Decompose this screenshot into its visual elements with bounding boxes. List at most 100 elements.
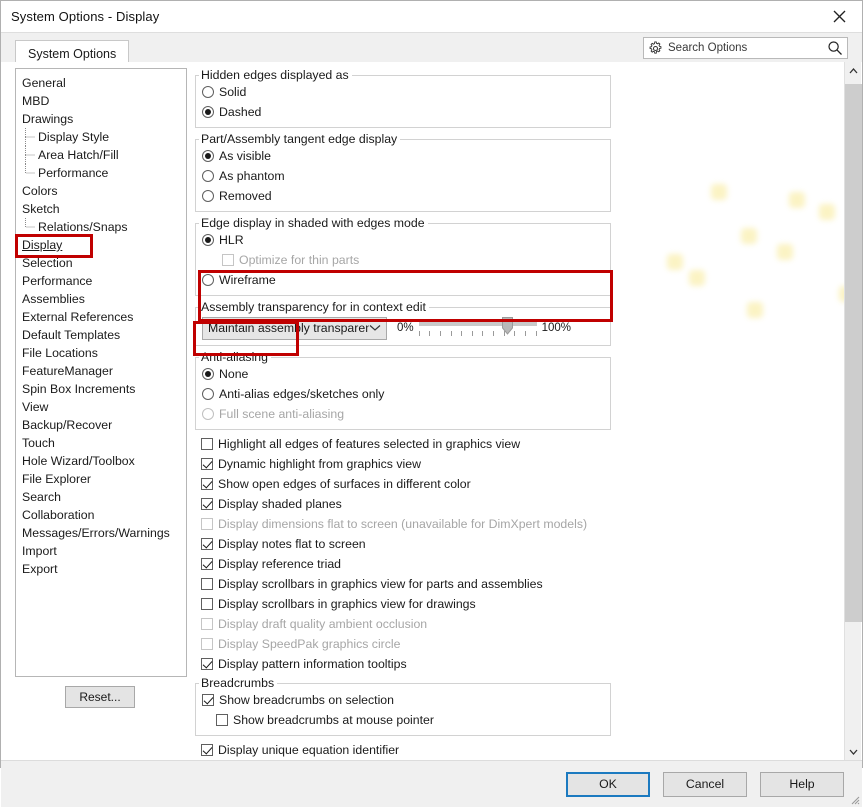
sidebar-item-area-hatch-fill[interactable]: Area Hatch/Fill (16, 146, 186, 164)
radio-icon[interactable] (202, 190, 214, 202)
sidebar-item-spin-box-increments[interactable]: Spin Box Increments (16, 380, 186, 398)
checkbox-row-show-breadcrumbs-on-selection[interactable]: Show breadcrumbs on selection (196, 690, 610, 710)
checkbox-row-display-shaded-planes[interactable]: Display shaded planes (195, 494, 611, 514)
radio-row-removed[interactable]: Removed (196, 186, 610, 206)
sidebar-item-label: Spin Box Increments (22, 382, 136, 396)
assembly-transparency-dropdown[interactable]: Maintain assembly transparency (202, 316, 387, 340)
sidebar-item-search[interactable]: Search (16, 488, 186, 506)
sidebar-item-view[interactable]: View (16, 398, 186, 416)
radio-row-anti-alias-edges[interactable]: Anti-alias edges/sketches only (196, 384, 610, 404)
sidebar-item-touch[interactable]: Touch (16, 434, 186, 452)
checkbox-row-display-notes-flat-to-screen[interactable]: Display notes flat to screen (195, 534, 611, 554)
sidebar-item-performance[interactable]: Performance (16, 164, 186, 182)
scrollbar-thumb[interactable] (845, 84, 862, 622)
reset-button[interactable]: Reset... (65, 686, 135, 708)
sidebar-item-mbd[interactable]: MBD (16, 92, 186, 110)
options-area: Hidden edges displayed as Solid Dashed P… (195, 68, 611, 760)
checkbox-icon[interactable] (201, 558, 213, 570)
checkbox-icon[interactable] (201, 438, 213, 450)
sidebar-item-display[interactable]: Display (16, 236, 186, 254)
sidebar-item-relations-snaps[interactable]: Relations/Snaps (16, 218, 186, 236)
cancel-button[interactable]: Cancel (663, 771, 747, 797)
transparency-slider[interactable] (418, 316, 537, 340)
radio-row-full-scene: Full scene anti-aliasing (196, 404, 610, 424)
radio-icon[interactable] (202, 106, 214, 118)
radio-row-none[interactable]: None (196, 364, 610, 384)
radio-icon[interactable] (202, 274, 214, 286)
checkbox-icon[interactable] (201, 658, 213, 670)
checkbox-row-display-pattern-information-tooltips[interactable]: Display pattern information tooltips (195, 654, 611, 674)
sidebar-item-export[interactable]: Export (16, 560, 186, 578)
sidebar-item-default-templates[interactable]: Default Templates (16, 326, 186, 344)
sidebar-item-performance[interactable]: Performance (16, 272, 186, 290)
group-legend: Assembly transparency for in context edi… (201, 300, 426, 314)
radio-icon[interactable] (202, 86, 214, 98)
radio-row-dashed[interactable]: Dashed (196, 102, 610, 122)
slider-thumb[interactable] (502, 317, 514, 335)
tree-connector-icon (25, 164, 36, 182)
slider-tick (514, 331, 516, 336)
checkbox-icon[interactable] (201, 744, 213, 756)
sidebar-item-file-explorer[interactable]: File Explorer (16, 470, 186, 488)
checkbox-row-dynamic-highlight-from-graphics-view[interactable]: Dynamic highlight from graphics view (195, 454, 611, 474)
help-button[interactable]: Help (760, 771, 844, 797)
checkbox-icon[interactable] (201, 478, 213, 490)
sidebar-item-backup-recover[interactable]: Backup/Recover (16, 416, 186, 434)
group-breadcrumbs: Breadcrumbs Show breadcrumbs on selectio… (195, 676, 611, 736)
checkbox-row-show-breadcrumbs-at-mouse-pointer[interactable]: Show breadcrumbs at mouse pointer (196, 710, 610, 730)
radio-icon[interactable] (202, 388, 214, 400)
sidebar-item-messages-errors-warnings[interactable]: Messages/Errors/Warnings (16, 524, 186, 542)
sidebar-item-file-locations[interactable]: File Locations (16, 344, 186, 362)
radio-row-solid[interactable]: Solid (196, 82, 610, 102)
sidebar-item-colors[interactable]: Colors (16, 182, 186, 200)
sidebar-item-collaboration[interactable]: Collaboration (16, 506, 186, 524)
scroll-up-icon[interactable] (845, 62, 862, 79)
sidebar-item-label: File Explorer (22, 472, 92, 486)
sidebar-item-label: Touch (22, 436, 55, 450)
checkbox-icon[interactable] (216, 714, 228, 726)
radio-row-as-phantom[interactable]: As phantom (196, 166, 610, 186)
checkbox-icon[interactable] (202, 694, 214, 706)
checkbox-icon[interactable] (201, 498, 213, 510)
sidebar-item-general[interactable]: General (16, 74, 186, 92)
checkbox-icon[interactable] (201, 598, 213, 610)
sidebar-item-featuremanager[interactable]: FeatureManager (16, 362, 186, 380)
radio-icon[interactable] (202, 150, 214, 162)
search-options-box[interactable] (643, 37, 848, 59)
radio-row-hlr[interactable]: HLR (196, 230, 610, 250)
checkbox-icon[interactable] (201, 458, 213, 470)
radio-icon[interactable] (202, 234, 214, 246)
sidebar-item-drawings[interactable]: Drawings (16, 110, 186, 128)
sidebar-item-hole-wizard-toolbox[interactable]: Hole Wizard/Toolbox (16, 452, 186, 470)
sidebar-item-sketch[interactable]: Sketch (16, 200, 186, 218)
resize-grip-icon[interactable] (848, 793, 860, 805)
slider-track[interactable] (418, 322, 537, 326)
vertical-scrollbar[interactable] (844, 62, 862, 760)
sidebar-item-selection[interactable]: Selection (16, 254, 186, 272)
checkbox-icon[interactable] (201, 538, 213, 550)
search-icon[interactable] (827, 40, 843, 56)
radio-icon[interactable] (202, 368, 214, 380)
checkbox-row-display-scrollbars-in-graphics-view-for-parts-an[interactable]: Display scrollbars in graphics view for … (195, 574, 611, 594)
checkbox-icon[interactable] (201, 578, 213, 590)
sidebar-item-display-style[interactable]: Display Style (16, 128, 186, 146)
scroll-down-icon[interactable] (845, 743, 862, 760)
checkbox-row-highlight-all-edges-of-features-selected-in-grap[interactable]: Highlight all edges of features selected… (195, 434, 611, 454)
checkbox-row-display-reference-triad[interactable]: Display reference triad (195, 554, 611, 574)
search-input[interactable] (663, 42, 827, 54)
left-pane: General MBD Drawings Display Style Area Hatc… (1, 62, 187, 760)
ok-button[interactable]: OK (566, 771, 650, 797)
sidebar-item-import[interactable]: Import (16, 542, 186, 560)
sidebar-item-assemblies[interactable]: Assemblies (16, 290, 186, 308)
radio-icon[interactable] (202, 170, 214, 182)
checkbox-row-display-scrollbars-in-graphics-view-for-drawings[interactable]: Display scrollbars in graphics view for … (195, 594, 611, 614)
checkbox-row-display-unique-equation-identifier[interactable]: Display unique equation identifier (195, 740, 611, 760)
slider-min-label: 0% (397, 322, 414, 334)
radio-row-as-visible[interactable]: As visible (196, 146, 610, 166)
close-icon[interactable] (817, 1, 862, 31)
checkbox-row-show-open-edges-of-surfaces-in-different-color[interactable]: Show open edges of surfaces in different… (195, 474, 611, 494)
sidebar-item-label: Import (22, 544, 57, 558)
sidebar-item-external-references[interactable]: External References (16, 308, 186, 326)
options-category-tree[interactable]: General MBD Drawings Display Style Area Hatc… (15, 68, 187, 677)
radio-row-wireframe[interactable]: Wireframe (196, 270, 610, 290)
